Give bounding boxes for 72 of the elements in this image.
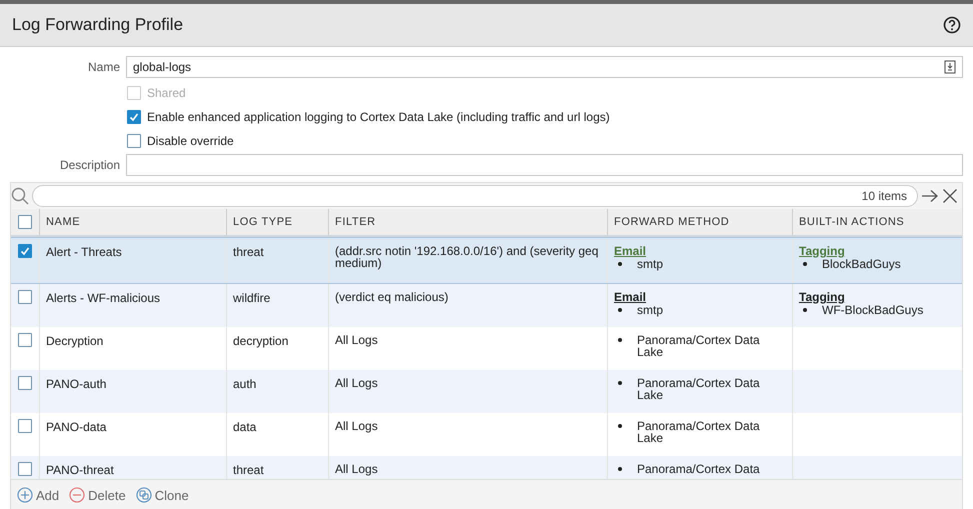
bullet-icon	[618, 424, 622, 428]
bullet-icon	[618, 262, 622, 266]
row-checkbox[interactable]	[18, 333, 32, 347]
table-cell: auth	[233, 377, 256, 391]
list-item: BlockBadGuys	[822, 258, 902, 270]
action-link[interactable]: Tagging	[799, 245, 956, 258]
column-header[interactable]: FILTER	[328, 209, 607, 235]
checkbox-label: Enable enhanced application logging to Cortex Data Lake (including traffic and url logs)	[147, 110, 610, 124]
column-header[interactable]: LOG TYPE	[226, 209, 328, 235]
list-item: Panorama/Cortex Data	[637, 463, 761, 475]
list-item: Panorama/Cortex Data Lake	[637, 334, 761, 358]
column-header[interactable]: FORWARD METHOD	[607, 209, 792, 235]
table-cell-text: All Logs	[335, 334, 379, 346]
name-field[interactable]: global-logs	[126, 56, 963, 78]
row-checkbox[interactable]	[18, 462, 32, 476]
table-cell: wildfire	[233, 291, 270, 305]
method-link[interactable]: Email	[614, 245, 786, 258]
bullet-icon	[803, 308, 807, 312]
row-checkbox[interactable]	[18, 290, 32, 304]
list-item: smtp	[637, 258, 664, 270]
list-item: smtp	[637, 304, 664, 316]
table-cell: Alerts - WF-malicious	[46, 291, 160, 305]
table-cell: Decryption	[46, 334, 104, 348]
bullet-icon	[618, 381, 622, 385]
row-checkbox[interactable]	[18, 244, 32, 258]
table-cell: PANO-threat	[46, 463, 114, 477]
arrow-right-icon[interactable]	[921, 189, 939, 203]
table-cell-text: All Logs	[335, 377, 379, 389]
search-icon[interactable]	[11, 187, 29, 205]
row-checkbox[interactable]	[18, 376, 32, 390]
toolbar-button[interactable]: Clone	[136, 487, 189, 503]
method-link[interactable]: Email	[614, 291, 786, 304]
table-cell-text: All Logs	[335, 420, 379, 432]
checkbox[interactable]	[127, 110, 141, 124]
table-cell: PANO-data	[46, 420, 106, 434]
list-item: WF-BlockBadGuys	[822, 304, 924, 316]
name-label: Name	[86, 60, 121, 74]
table-cell: threat	[233, 245, 264, 259]
bullet-icon	[618, 338, 622, 342]
table-cell: decryption	[233, 334, 288, 348]
checkbox[interactable]	[127, 134, 141, 148]
field-options-icon[interactable]	[944, 60, 956, 74]
select-all-checkbox[interactable]	[18, 215, 32, 229]
list-item: Panorama/Cortex Data Lake	[637, 377, 761, 401]
table-cell-text: (addr.src notin '192.168.0.0/16') and (severity geq medium)	[335, 245, 600, 269]
action-link[interactable]: Tagging	[799, 291, 956, 304]
toolbar-button[interactable]: Add	[17, 487, 60, 503]
description-field[interactable]	[126, 154, 963, 176]
bullet-icon	[803, 262, 807, 266]
column-header[interactable]: BUILT-IN ACTIONS	[792, 209, 962, 235]
copy-circle-icon	[136, 487, 152, 503]
checkbox-label: Disable override	[147, 134, 234, 148]
close-icon[interactable]	[942, 188, 958, 204]
bullet-icon	[618, 308, 622, 312]
help-icon[interactable]	[943, 16, 961, 34]
table-cell: data	[233, 420, 256, 434]
bullet-icon	[618, 467, 622, 471]
plus-circle-icon	[17, 487, 33, 503]
table-cell: Alert - Threats	[46, 245, 122, 259]
minus-circle-icon	[69, 487, 86, 503]
toolbar-button[interactable]: Delete	[69, 487, 126, 503]
filter-field[interactable]: 10 items	[32, 185, 918, 207]
table-cell: threat	[233, 463, 264, 477]
table-cell-text: All Logs	[335, 463, 379, 475]
list-item: Panorama/Cortex Data Lake	[637, 420, 761, 444]
row-checkbox[interactable]	[18, 419, 32, 433]
table-cell-text: (verdict eq malicious)	[335, 291, 450, 303]
description-label: Description	[58, 158, 121, 172]
table-cell: PANO-auth	[46, 377, 106, 391]
column-header[interactable]: NAME	[39, 209, 226, 235]
checkbox-label: Shared	[147, 86, 186, 100]
dialog-title: Log Forwarding Profile	[12, 15, 184, 35]
